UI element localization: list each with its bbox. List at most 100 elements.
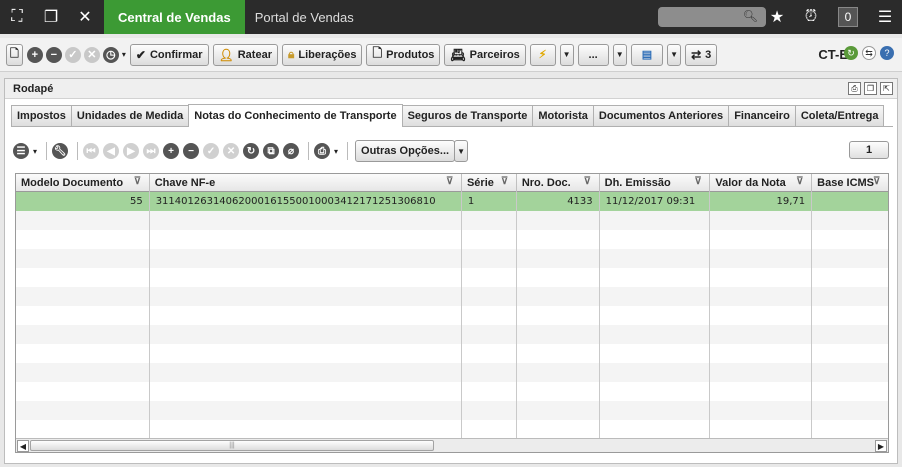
filter-icon[interactable]: ⊽ (501, 176, 513, 188)
column-header[interactable]: Valor da Nota ⊽ (710, 174, 813, 192)
table-cell[interactable]: 19,71 (710, 192, 813, 211)
ratear-button[interactable]: 👤︎ Ratear (212, 43, 278, 66)
tab-portal-de-vendas[interactable]: Portal de Vendas (245, 0, 364, 34)
outras-opcoes-button[interactable]: Outras Opções... (355, 140, 456, 162)
star-icon[interactable]: ★ (760, 0, 794, 34)
cancel-row-icon[interactable]: ✕ (223, 143, 240, 159)
page-indicator[interactable]: 1 (849, 141, 889, 159)
alarm-clock-icon[interactable]: ⏰︎ (794, 0, 828, 34)
save-row-icon[interactable]: ✓ (203, 143, 220, 159)
refresh-icon[interactable]: ↻ (844, 46, 858, 60)
reports-dropdown[interactable]: ▼ (667, 43, 682, 66)
wrench-icon[interactable]: 🔧︎ (52, 143, 69, 159)
tab-documentos-anteriores[interactable]: Documentos Anteriores (592, 105, 730, 126)
more-dropdown[interactable]: ▼ (612, 43, 627, 66)
filter-icon[interactable]: ⊽ (873, 176, 885, 188)
table-row[interactable]: 55 3114012631406200016155001000341217125… (16, 192, 888, 211)
filter-icon[interactable]: ⊽ (134, 176, 146, 188)
table-cell[interactable] (812, 192, 888, 211)
tab-seguros-de-transporte[interactable]: Seguros de Transporte (401, 105, 534, 126)
tab-motorista[interactable]: Motorista (532, 105, 594, 126)
confirm-button[interactable]: ✔ Confirmar (129, 43, 209, 66)
scrollbar-thumb[interactable]: ||| (30, 440, 434, 451)
close-icon[interactable]: ✕ (68, 0, 102, 34)
column-header[interactable]: Série ⊽ (462, 174, 517, 192)
refresh-icon[interactable]: ↻ (243, 143, 260, 159)
table-cell[interactable]: 1 (462, 192, 517, 211)
remove-row-icon[interactable]: − (183, 143, 200, 159)
clock-icon[interactable]: ◷ (102, 46, 119, 63)
table-cell[interactable]: 55 (16, 192, 150, 211)
tab-coleta-entrega[interactable]: Coleta/Entrega (794, 105, 885, 126)
print-icon[interactable]: ⎙ (314, 143, 331, 159)
help-icon[interactable]: ? (880, 46, 894, 60)
table-cell[interactable]: 11/12/2017 09:31 (600, 192, 711, 211)
add-row-icon[interactable]: + (163, 143, 180, 159)
search-icon: 🔍︎ (742, 9, 758, 23)
remove-icon[interactable]: − (45, 46, 62, 63)
reports-button[interactable]: ▤ (630, 43, 664, 66)
notification-badge[interactable]: 0 (838, 7, 858, 27)
attach-icon[interactable]: ⌀ (283, 143, 300, 159)
last-record-icon[interactable]: ⏭ (143, 143, 160, 159)
new-document-button[interactable]: 🗋 (6, 43, 23, 66)
empty-cell (710, 230, 813, 249)
menu-icon[interactable]: ☰ (868, 0, 902, 34)
parceiros-button[interactable]: 📇︎ Parceiros (444, 43, 526, 66)
table-cell[interactable]: 4133 (517, 192, 600, 211)
cancel-icon[interactable]: ✕ (83, 46, 100, 63)
outras-opcoes-dropdown[interactable]: ▼ (454, 140, 469, 162)
empty-cell (16, 382, 150, 401)
data-grid: Modelo Documento ⊽ Chave NF-e ⊽ Série ⊽ Nro… (15, 173, 889, 453)
empty-rows (16, 211, 888, 439)
list-menu-icon[interactable]: ☰ (13, 143, 29, 159)
column-header[interactable]: Nro. Doc. ⊽ (517, 174, 600, 192)
chevron-down-icon[interactable]: ▾ (334, 147, 338, 156)
scroll-left-icon[interactable]: ◀ (17, 440, 29, 452)
empty-cell (812, 344, 888, 363)
chevron-down-icon[interactable]: ▾ (122, 50, 126, 59)
column-header[interactable]: Modelo Documento ⊽ (16, 174, 150, 192)
column-header[interactable]: Chave NF-e ⊽ (150, 174, 462, 192)
filter-icon[interactable]: ⊽ (796, 176, 808, 188)
check-icon[interactable]: ✓ (64, 46, 81, 63)
empty-cell (517, 230, 600, 249)
filter-icon[interactable]: ⊽ (694, 176, 706, 188)
search-input[interactable]: 🔍︎ (658, 7, 766, 27)
next-record-icon[interactable]: ▶ (123, 143, 140, 159)
empty-cell (462, 382, 517, 401)
empty-cell (16, 401, 150, 420)
horizontal-scrollbar[interactable]: ◀ ||| ▶ (16, 438, 888, 452)
first-record-icon[interactable]: ⏮ (83, 143, 100, 159)
tab-impostos[interactable]: Impostos (11, 105, 72, 126)
expand-icon[interactable]: ⇱ (880, 82, 893, 95)
print-icon[interactable]: ⎙ (848, 82, 861, 95)
more-button[interactable]: ... (577, 43, 609, 66)
copy-icon[interactable]: ⧉ (263, 143, 280, 159)
add-icon[interactable]: + (26, 46, 43, 63)
empty-cell (710, 306, 813, 325)
link-icon[interactable]: ⇆ (862, 46, 876, 60)
restore-icon[interactable]: ❐ (864, 82, 877, 95)
fullscreen-icon[interactable]: ⛶ (0, 0, 34, 34)
column-header[interactable]: Dh. Emissão ⊽ (600, 174, 711, 192)
actions-dropdown[interactable]: ▼ (559, 43, 574, 66)
actions-button[interactable]: ⚡︎ (529, 43, 556, 66)
column-label: Série (466, 177, 494, 189)
filter-icon[interactable]: ⊽ (446, 176, 458, 188)
previous-record-icon[interactable]: ◀ (103, 143, 120, 159)
navigation-button[interactable]: ⇄ 3 (685, 43, 718, 66)
tab-central-de-vendas[interactable]: Central de Vendas (104, 0, 245, 34)
tab-notas-conhecimento-transporte[interactable]: Notas do Conhecimento de Transporte (188, 104, 403, 127)
filter-icon[interactable]: ⊽ (584, 176, 596, 188)
liberacoes-button[interactable]: 🔒︎ Liberações (281, 43, 363, 66)
produtos-button[interactable]: 🗋 Produtos (366, 43, 441, 66)
empty-cell (812, 287, 888, 306)
column-header[interactable]: Base ICMS ⊽ (812, 174, 888, 192)
scroll-right-icon[interactable]: ▶ (875, 440, 887, 452)
tab-financeiro[interactable]: Financeiro (728, 105, 796, 126)
tab-unidades-de-medida[interactable]: Unidades de Medida (70, 105, 190, 126)
chevron-down-icon[interactable]: ▾ (33, 147, 37, 156)
table-cell[interactable]: 3114012631406200016155001000341217125130… (150, 192, 462, 211)
windows-icon[interactable]: ❐ (34, 0, 68, 34)
